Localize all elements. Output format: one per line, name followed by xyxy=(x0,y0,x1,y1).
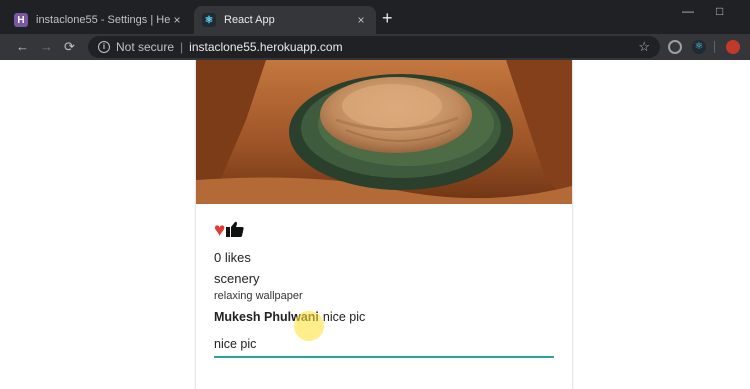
tab-react-app[interactable]: ⚛ React App × xyxy=(194,6,376,34)
react-favicon-icon: ⚛ xyxy=(202,13,216,27)
post-title: scenery xyxy=(214,271,260,286)
likes-count: 0 likes xyxy=(214,250,251,265)
post-content: ♥ 0 likes scenery relaxing wallpaper Muk… xyxy=(214,220,554,358)
tab-heroku-settings[interactable]: H instaclone55 - Settings | Heroku × xyxy=(6,6,192,34)
comment-input[interactable] xyxy=(214,334,554,358)
new-tab-button[interactable]: + xyxy=(382,9,393,27)
tab-title: React App xyxy=(224,14,275,26)
comment-item: Mukesh Phulwani nice pic xyxy=(214,310,554,324)
back-arrow-icon[interactable]: ← xyxy=(16,39,29,55)
maximize-icon[interactable]: □ xyxy=(716,4,723,18)
profile-avatar-icon[interactable] xyxy=(726,40,740,54)
page-body: ♥ 0 likes scenery relaxing wallpaper Muk… xyxy=(0,60,750,389)
comment-text: nice pic xyxy=(322,310,366,324)
forward-arrow-icon[interactable]: → xyxy=(40,39,53,55)
tab-close-icon[interactable]: × xyxy=(354,13,368,27)
heroku-favicon-icon: H xyxy=(14,13,28,27)
heart-icon[interactable]: ♥ xyxy=(214,221,225,241)
address-separator: | xyxy=(180,40,184,54)
post-image xyxy=(196,60,572,204)
minimize-icon[interactable]: — xyxy=(682,4,694,18)
url-text[interactable]: instaclone55.herokuapp.com xyxy=(189,40,638,54)
thumbs-up-icon[interactable] xyxy=(226,221,244,242)
post-actions: ♥ xyxy=(214,220,554,242)
address-bar[interactable]: i Not secure | instaclone55.herokuapp.co… xyxy=(88,36,660,58)
info-icon[interactable]: i xyxy=(98,41,110,53)
security-status: Not secure xyxy=(116,40,175,54)
star-icon[interactable]: ☆ xyxy=(638,39,650,55)
tab-title: instaclone55 - Settings | Heroku xyxy=(36,14,170,26)
mouse-cursor-highlight xyxy=(294,311,324,341)
post-card: ♥ 0 likes scenery relaxing wallpaper Muk… xyxy=(196,60,572,389)
post-body: relaxing wallpaper xyxy=(214,290,303,302)
tab-close-icon[interactable]: × xyxy=(170,13,184,27)
reload-icon[interactable]: ⟳ xyxy=(64,39,75,55)
react-devtools-icon[interactable]: ⚛ xyxy=(692,40,706,54)
browser-toolbar: ← → ⟳ i Not secure | instaclone55.heroku… xyxy=(0,34,750,60)
extension-icon[interactable] xyxy=(668,40,682,54)
browser-tab-strip: H instaclone55 - Settings | Heroku × ⚛ R… xyxy=(0,0,750,34)
toolbar-divider xyxy=(714,41,715,53)
